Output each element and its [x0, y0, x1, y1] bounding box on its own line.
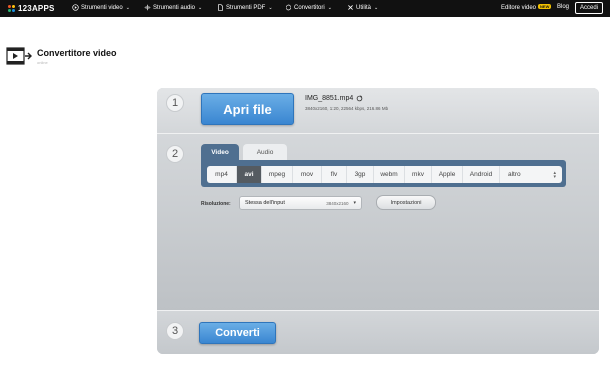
chevron-down-icon: ⌄: [327, 4, 332, 11]
updown-arrows-icon: ▴ ▾: [553, 169, 556, 180]
open-file-button[interactable]: Apri file: [201, 93, 294, 125]
nav-utilities-label: Utilità: [356, 4, 372, 11]
resolution-label: Risoluzione:: [201, 201, 231, 207]
nav-video-tools[interactable]: Strumenti video ⌄: [72, 4, 130, 11]
nav-audio-tools-label: Strumenti audio: [153, 4, 196, 11]
video-editor-link[interactable]: Editore video NEW: [501, 4, 552, 11]
chevron-down-icon: ⌄: [125, 4, 130, 11]
resolution-value: 3840x2160: [326, 200, 349, 206]
format-option-mp4[interactable]: mp4: [207, 166, 237, 183]
format-selector: mp4 avi mpeg mov flv 3gp webm mkv Apple …: [207, 166, 562, 183]
top-nav-bar: 123APPS Strumenti video ⌄ Strumenti audi…: [0, 0, 610, 17]
format-option-mpeg[interactable]: mpeg: [262, 166, 293, 183]
nav-pdf-tools[interactable]: Strumenti PDF ⌄: [217, 4, 273, 11]
step-number-3: 3: [166, 322, 184, 340]
play-circle-icon: [72, 4, 79, 11]
format-option-mov[interactable]: mov: [293, 166, 322, 183]
convert-button[interactable]: Converti: [199, 322, 276, 344]
nav-converters[interactable]: Convertitori ⌄: [285, 4, 332, 11]
nav-audio-tools[interactable]: Strumenti audio ⌄: [144, 4, 202, 11]
page-subtitle: online: [37, 60, 48, 65]
format-option-webm[interactable]: webm: [374, 166, 405, 183]
nav-utilities[interactable]: Utilità ⌄: [347, 4, 378, 11]
format-option-flv[interactable]: flv: [322, 166, 347, 183]
tab-audio[interactable]: Audio: [243, 144, 287, 160]
nav-converters-label: Convertitori: [294, 4, 325, 11]
file-name-text: IMG_8851.mp4: [305, 95, 354, 102]
login-button[interactable]: Accedi: [575, 2, 603, 14]
nav-video-tools-label: Strumenti video: [81, 4, 123, 11]
converter-panel: 1 Apri file IMG_8851.mp4 3840x2160, 1:20…: [157, 88, 599, 354]
format-option-avi[interactable]: avi: [237, 166, 262, 183]
format-option-3gp[interactable]: 3gp: [347, 166, 374, 183]
document-icon: [218, 4, 223, 11]
waveform-icon: [144, 4, 151, 11]
file-metadata: 3840x2160, 1:20, 22564 kbps, 216.86 Mb: [305, 106, 389, 111]
chevron-down-icon: ⌄: [374, 4, 379, 11]
format-other-dropdown[interactable]: altro ▴ ▾: [500, 166, 562, 183]
tools-icon: [348, 5, 353, 10]
chevron-down-icon: ⌄: [268, 4, 273, 11]
video-converter-icon: [6, 47, 32, 65]
step-number-1: 1: [166, 94, 184, 112]
chevron-down-icon: ⌄: [198, 4, 203, 11]
page-title: Convertitore video: [37, 48, 117, 58]
format-option-mkv[interactable]: mkv: [405, 166, 432, 183]
new-badge: NEW: [538, 4, 552, 9]
chevron-down-icon: ▾: [353, 200, 356, 206]
format-option-android[interactable]: Android: [463, 166, 500, 183]
resolution-select[interactable]: Stessa dell'input 3840x2160 ▾: [239, 196, 362, 210]
step-number-2: 2: [166, 145, 184, 163]
format-other-label: altro: [508, 171, 521, 178]
site-logo[interactable]: 123APPS: [8, 3, 55, 14]
video-editor-label: Editore video: [501, 5, 537, 11]
nav-pdf-tools-label: Strumenti PDF: [226, 4, 266, 11]
resolution-selected: Stessa dell'input: [245, 200, 285, 206]
logo-text: 123APPS: [18, 4, 55, 13]
file-name: IMG_8851.mp4: [305, 95, 363, 102]
logo-dots-icon: [8, 4, 16, 13]
blog-link[interactable]: Blog: [557, 4, 569, 10]
reload-icon[interactable]: [356, 95, 363, 102]
tab-video[interactable]: Video: [201, 144, 239, 160]
settings-button[interactable]: Impostazioni: [376, 195, 436, 210]
format-option-apple[interactable]: Apple: [432, 166, 463, 183]
convert-icon: [286, 4, 291, 11]
